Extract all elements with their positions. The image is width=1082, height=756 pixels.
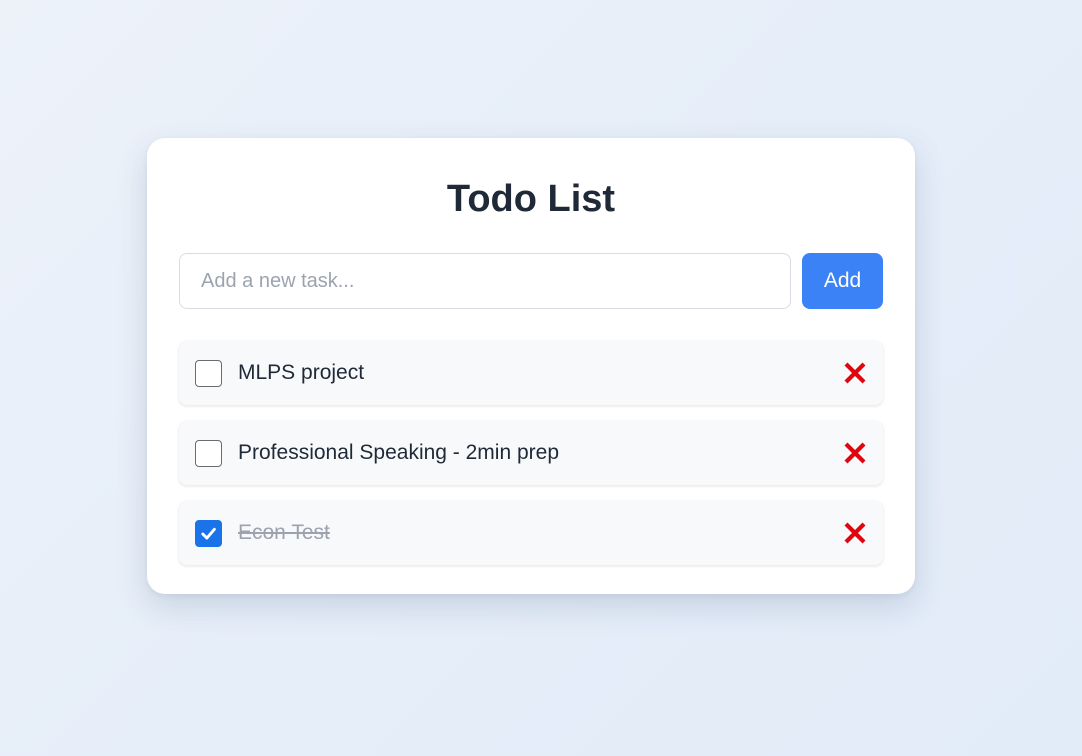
- todo-list: MLPS project Professional Speaking - 2mi…: [179, 341, 883, 565]
- x-mark-icon: [844, 442, 866, 464]
- x-mark-icon: [844, 362, 866, 384]
- new-task-row: Add: [179, 253, 883, 309]
- delete-task-button[interactable]: [837, 435, 873, 471]
- todo-checkbox[interactable]: [195, 519, 222, 547]
- add-task-button[interactable]: Add: [802, 253, 883, 309]
- new-task-input[interactable]: [179, 253, 791, 309]
- todo-checkbox[interactable]: [195, 439, 222, 467]
- page-title: Todo List: [446, 178, 616, 220]
- todo-item: MLPS project: [179, 341, 883, 405]
- check-icon: [201, 527, 216, 539]
- delete-task-button[interactable]: [837, 355, 873, 391]
- todo-text: MLPS project: [238, 361, 365, 384]
- todo-text: Econ Test: [238, 521, 330, 544]
- todo-item: Professional Speaking - 2min prep: [179, 421, 883, 485]
- todo-checkbox[interactable]: [195, 359, 222, 387]
- x-mark-icon: [844, 522, 866, 544]
- todo-card: Todo List Add MLPS project: [147, 138, 915, 594]
- todo-item: Econ Test: [179, 501, 883, 565]
- todo-text: Professional Speaking - 2min prep: [238, 441, 560, 464]
- delete-task-button[interactable]: [837, 515, 873, 551]
